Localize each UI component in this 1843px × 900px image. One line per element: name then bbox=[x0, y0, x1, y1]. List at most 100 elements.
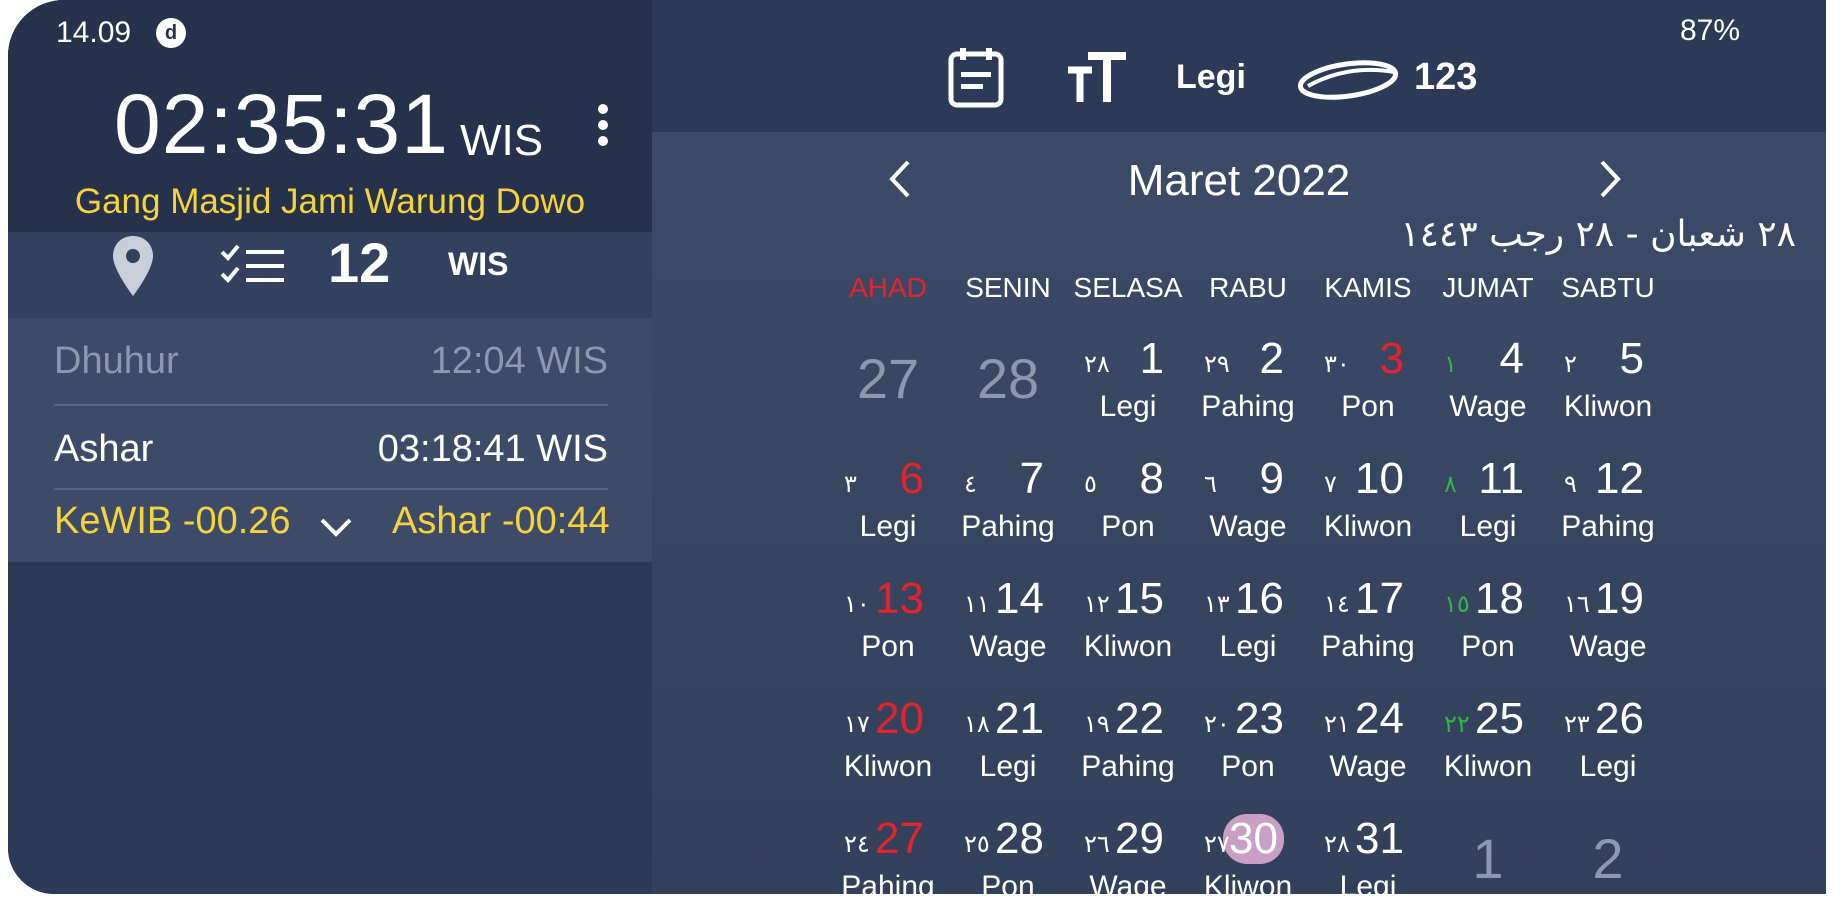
calendar-day[interactable]: 4 ١ Wage bbox=[1428, 334, 1548, 444]
calendar-day[interactable]: 2 ٢٩ Pahing bbox=[1188, 334, 1308, 444]
calendar-day[interactable]: 28 ٢٥ Pon bbox=[948, 814, 1068, 894]
calendar-day[interactable]: 7 ٤ Pahing bbox=[948, 454, 1068, 564]
calendar-day[interactable]: 13 ١٠ Pon bbox=[828, 574, 948, 684]
calendar-day[interactable]: 3 ٣٠ Pon bbox=[1308, 334, 1428, 444]
calendar-day[interactable]: 10 ٧ Kliwon bbox=[1308, 454, 1428, 564]
gregorian-date: 2 bbox=[1259, 334, 1284, 383]
prayer-time: 12:04 WIS bbox=[430, 340, 608, 382]
pasaran-day: Pon bbox=[981, 870, 1035, 894]
hijri-crescent-icon[interactable] bbox=[1294, 56, 1402, 102]
calendar-day[interactable]: 1 ٢٨ Legi bbox=[1068, 334, 1188, 444]
battery-level: 87% bbox=[1680, 14, 1741, 47]
note-icon[interactable] bbox=[948, 46, 1004, 108]
divider bbox=[54, 488, 608, 490]
hijri-date: ٧ bbox=[1324, 470, 1337, 498]
gregorian-date: 27 bbox=[875, 814, 924, 863]
pasaran-day: Pahing bbox=[1321, 630, 1415, 663]
pasaran-day: Legi bbox=[1099, 390, 1157, 423]
gregorian-date: 25 bbox=[1475, 694, 1524, 743]
gregorian-date: 18 bbox=[1475, 574, 1524, 623]
hijri-date: ١٢ bbox=[1084, 590, 1110, 618]
calendar-day[interactable]: 31 ٢٨ Legi bbox=[1308, 814, 1428, 894]
chevron-right-icon[interactable] bbox=[1596, 156, 1626, 202]
calendar-day[interactable]: 2 bbox=[1548, 814, 1668, 894]
calendar-day[interactable]: 16 ١٣ Legi bbox=[1188, 574, 1308, 684]
calendar-day[interactable]: 26 ٢٣ Legi bbox=[1548, 694, 1668, 804]
calendar-day[interactable]: 27 bbox=[828, 334, 948, 444]
pasaran-day: Wage bbox=[1209, 510, 1287, 543]
calendar-day[interactable]: 28 bbox=[948, 334, 1068, 444]
pasaran-day: Pahing bbox=[1561, 510, 1655, 543]
calendar-panel: 87% Legi 123 Maret 2022 ٢٨ شعبان - ٢٨ رج… bbox=[652, 0, 1826, 894]
calendar-day[interactable]: 21 ١٨ Legi bbox=[948, 694, 1068, 804]
hijri-date: ٢٦ bbox=[1084, 830, 1110, 858]
pasaran-day: Pon bbox=[1221, 750, 1275, 783]
app-screen: 14.09 d 02:35:31 WIS Gang Masjid Jami Wa… bbox=[8, 0, 1826, 894]
pasaran-day: Legi bbox=[1579, 750, 1637, 783]
day-header: RABU bbox=[1209, 272, 1287, 303]
pasaran-day: Wage bbox=[969, 630, 1047, 663]
calendar-day[interactable]: 14 ١١ Wage bbox=[948, 574, 1068, 684]
chevron-down-icon[interactable] bbox=[318, 514, 354, 538]
gregorian-date: 11 bbox=[1478, 454, 1524, 503]
gregorian-date: 1 bbox=[1139, 334, 1164, 383]
gregorian-date: 13 bbox=[875, 574, 924, 623]
calendar-day[interactable]: 12 ٩ Pahing bbox=[1548, 454, 1668, 564]
location-name[interactable]: Gang Masjid Jami Warung Dowo bbox=[8, 182, 652, 222]
calendar-day[interactable]: 25 ٢٢ Kliwon bbox=[1428, 694, 1548, 804]
pasaran-day: Wage bbox=[1089, 870, 1167, 894]
pasaran-day: Legi bbox=[979, 750, 1037, 783]
calendar-day[interactable]: 9 ٦ Wage bbox=[1188, 454, 1308, 564]
hijri-date: ٢٥ bbox=[964, 830, 990, 858]
calendar-day[interactable]: 27 ٢٤ Pahing bbox=[828, 814, 948, 894]
numeral-toggle[interactable]: 123 bbox=[1414, 56, 1477, 99]
pasaran-day: Legi bbox=[1459, 510, 1517, 543]
hijri-date: ٢٠ bbox=[1204, 710, 1230, 738]
gregorian-date: 16 bbox=[1235, 574, 1284, 623]
calendar-day-today[interactable]: 30 ٢٧ Kliwon bbox=[1188, 814, 1308, 894]
pasaran-day: Pahing bbox=[841, 870, 935, 894]
hijri-date: ٥ bbox=[1084, 470, 1097, 498]
gregorian-date: 2 bbox=[1592, 827, 1624, 890]
calendar-day[interactable]: 19 ١٦ Wage bbox=[1548, 574, 1668, 684]
hijri-date: ٤ bbox=[964, 470, 977, 498]
pasaran-toggle[interactable]: Legi bbox=[1176, 58, 1246, 97]
calendar-day[interactable]: 11 ٨ Legi bbox=[1428, 454, 1548, 564]
day-header: JUMAT bbox=[1442, 272, 1534, 303]
checklist-icon[interactable] bbox=[220, 242, 286, 290]
gregorian-date: 1 bbox=[1472, 827, 1504, 890]
prayer-row-previous[interactable]: Dhuhur 12:04 WIS bbox=[54, 340, 608, 383]
calendar-day[interactable]: 1 bbox=[1428, 814, 1548, 894]
calendar-day[interactable]: 23 ٢٠ Pon bbox=[1188, 694, 1308, 804]
calendar-day[interactable]: 17 ١٤ Pahing bbox=[1308, 574, 1428, 684]
calendar-day[interactable]: 22 ١٩ Pahing bbox=[1068, 694, 1188, 804]
hijri-date: ٢ bbox=[1564, 350, 1577, 378]
reminder-count: 12 bbox=[328, 231, 391, 294]
gregorian-date: 7 bbox=[1019, 454, 1044, 503]
calendar-day[interactable]: 15 ١٢ Kliwon bbox=[1068, 574, 1188, 684]
location-pin-icon[interactable] bbox=[111, 234, 155, 298]
gregorian-date: 23 bbox=[1235, 694, 1284, 743]
day-header: KAMIS bbox=[1324, 272, 1412, 303]
calendar-day[interactable]: 29 ٢٦ Wage bbox=[1068, 814, 1188, 894]
pasaran-day: Wage bbox=[1329, 750, 1407, 783]
pasaran-day: Pon bbox=[861, 630, 915, 663]
calendar-day[interactable]: 5 ٢ Kliwon bbox=[1548, 334, 1668, 444]
pasaran-day: Kliwon bbox=[1083, 630, 1173, 663]
gregorian-date: 27 bbox=[856, 347, 920, 410]
gregorian-date: 28 bbox=[976, 347, 1040, 410]
calendar-day[interactable]: 20 ١٧ Kliwon bbox=[828, 694, 948, 804]
hijri-date: ٣ bbox=[844, 470, 857, 498]
calendar-day[interactable]: 8 ٥ Pon bbox=[1068, 454, 1188, 564]
calendar-day[interactable]: 24 ٢١ Wage bbox=[1308, 694, 1428, 804]
hijri-date: ١٨ bbox=[964, 710, 990, 738]
menu-icon[interactable] bbox=[596, 104, 610, 150]
gregorian-date: 21 bbox=[995, 694, 1044, 743]
hijri-date: ٦ bbox=[1204, 470, 1217, 498]
font-size-icon[interactable] bbox=[1066, 52, 1128, 104]
calendar-day[interactable]: 6 ٣ Legi bbox=[828, 454, 948, 564]
prayer-row-next[interactable]: Ashar 03:18:41 WIS bbox=[54, 428, 608, 471]
month-title[interactable]: Maret 2022 bbox=[652, 156, 1826, 206]
calendar-day[interactable]: 18 ١٥ Pon bbox=[1428, 574, 1548, 684]
hijri-date: ١٤ bbox=[1324, 590, 1350, 618]
